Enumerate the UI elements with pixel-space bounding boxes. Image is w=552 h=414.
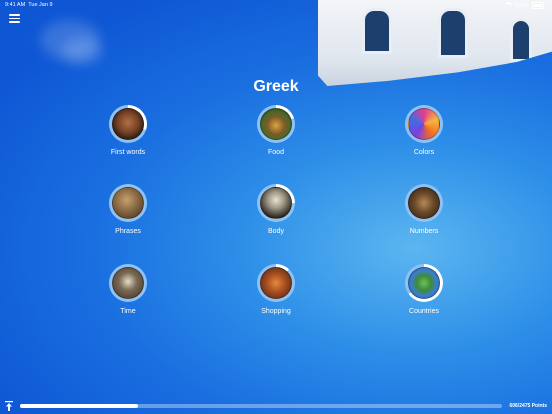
- category-label: Shopping: [261, 308, 291, 315]
- status-time: 9:41 AM: [5, 2, 26, 8]
- category-first-words[interactable]: First words: [78, 105, 178, 156]
- category-progress-ring: [257, 264, 295, 302]
- alarm-clock-image: [112, 267, 144, 299]
- category-progress-ring: [405, 264, 443, 302]
- category-body[interactable]: Body: [226, 184, 326, 235]
- category-label: Food: [268, 149, 284, 156]
- category-label: Body: [268, 228, 284, 235]
- category-label: Numbers: [409, 228, 439, 235]
- cloud-decoration: [62, 38, 102, 64]
- wifi-icon: [504, 2, 512, 9]
- number-dials-image: [408, 187, 440, 219]
- category-progress-ring: [257, 184, 295, 222]
- burger-image: [260, 108, 292, 140]
- category-label: Colors: [413, 149, 435, 156]
- person-phrases-image: [112, 187, 144, 219]
- category-shopping[interactable]: Shopping: [226, 264, 326, 315]
- category-progress-ring: [109, 105, 147, 143]
- category-countries[interactable]: Countries: [374, 264, 474, 315]
- category-progress-ring: [109, 184, 147, 222]
- status-date: Tue Jan 9: [28, 2, 53, 8]
- overall-progress-fill: [20, 404, 139, 408]
- status-time-date: 9:41 AM Tue Jan 9: [5, 2, 53, 8]
- points-counter: 606/2475 Points: [509, 403, 547, 409]
- status-right: 100%: [504, 2, 544, 9]
- page-title: Greek: [253, 78, 299, 95]
- hamburger-menu-icon[interactable]: [9, 14, 20, 23]
- category-label: Time: [120, 308, 136, 315]
- category-label: Countries: [409, 308, 439, 315]
- category-label: First words: [110, 149, 146, 156]
- bottom-progress-bar: 606/2475 Points: [0, 400, 552, 414]
- skeleton-image: [260, 187, 292, 219]
- category-label: Phrases: [115, 228, 141, 235]
- category-food[interactable]: Food: [226, 105, 326, 156]
- child-face-image: [112, 108, 144, 140]
- category-progress-ring: [109, 264, 147, 302]
- window-arch: [438, 8, 468, 58]
- category-phrases[interactable]: Phrases: [78, 184, 178, 235]
- category-progress-ring: [405, 105, 443, 143]
- battery-icon: [532, 2, 544, 9]
- santorini-building-image: [318, 0, 552, 86]
- category-progress-ring: [257, 105, 295, 143]
- status-bar: 9:41 AM Tue Jan 9 100%: [0, 0, 552, 10]
- scroll-to-top-icon[interactable]: [5, 401, 13, 411]
- shopping-bags-image: [260, 267, 292, 299]
- world-map-image: [408, 267, 440, 299]
- window-arch: [510, 18, 532, 62]
- category-numbers[interactable]: Numbers: [374, 184, 474, 235]
- overall-progress-track: [20, 404, 502, 408]
- category-colors[interactable]: Colors: [374, 105, 474, 156]
- category-progress-ring: [405, 184, 443, 222]
- color-splash-image: [408, 108, 440, 140]
- window-arch: [362, 8, 392, 54]
- battery-percent: 100%: [514, 2, 529, 9]
- category-time[interactable]: Time: [78, 264, 178, 315]
